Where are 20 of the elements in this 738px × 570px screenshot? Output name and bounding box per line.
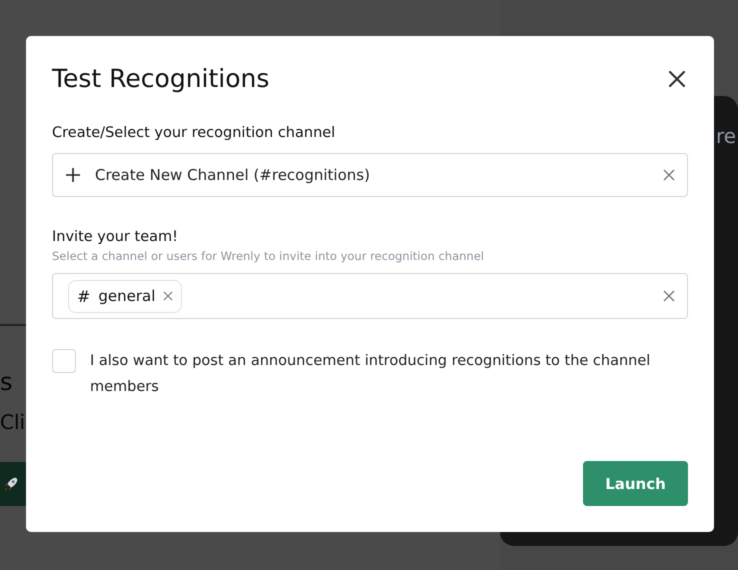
background-text: Cli (0, 410, 26, 434)
chip-prefix: # (77, 286, 90, 306)
remove-icon[interactable] (163, 291, 174, 301)
checkbox[interactable] (52, 349, 76, 373)
clear-icon[interactable] (663, 169, 675, 181)
select-value: Create New Channel (#recognitions) (95, 166, 371, 184)
field-label: Invite your team! (52, 229, 178, 245)
field-hint: Select a channel or users for Wrenly to invite into your recognition channel (52, 249, 484, 263)
launch-button[interactable]: Launch (583, 461, 688, 506)
dialog-title: Test Recognitions (52, 64, 270, 93)
chip-label: general (98, 287, 156, 305)
invite-select[interactable]: # general (52, 273, 688, 319)
field-label: Create/Select your recognition channel (52, 125, 336, 141)
background-heading: re (716, 124, 736, 148)
background-heading: s (0, 368, 13, 396)
channel-select[interactable]: Create New Channel (#recognitions) (52, 153, 688, 197)
checkbox-label: I also want to post an announcement introducing recognitions to the channel members (90, 352, 652, 397)
rocket-icon (2, 475, 20, 493)
plus-icon (65, 167, 81, 183)
clear-icon[interactable] (663, 290, 675, 302)
